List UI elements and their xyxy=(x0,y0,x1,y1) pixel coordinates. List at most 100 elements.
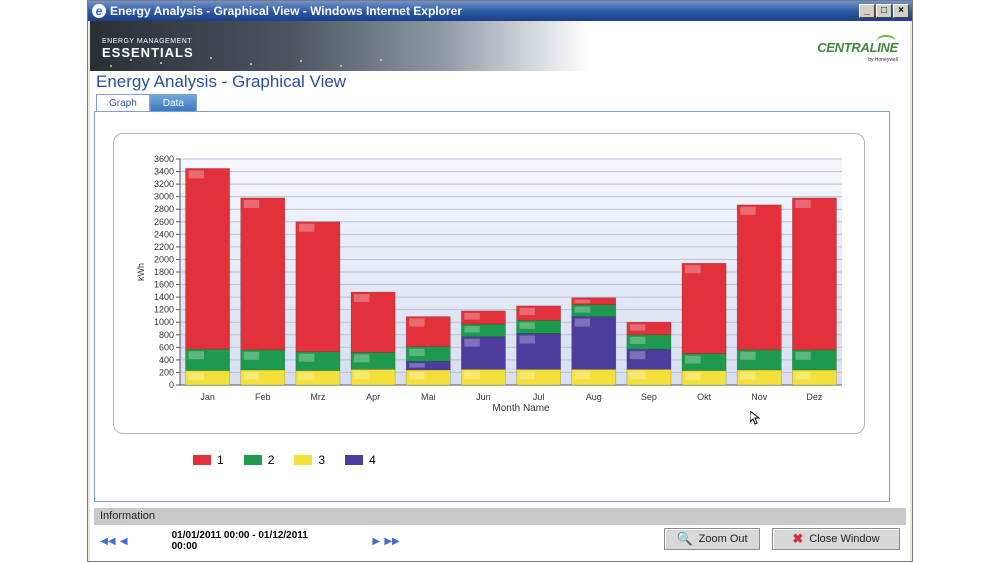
bar-highlight xyxy=(629,336,646,344)
x-tick-label: Mrz xyxy=(310,392,325,402)
y-tick-label: 800 xyxy=(159,330,174,340)
legend-swatch xyxy=(345,455,364,465)
last-period-button[interactable]: ▶▶ xyxy=(384,536,400,547)
bar-highlight xyxy=(243,371,260,380)
bar-highlight xyxy=(795,351,811,360)
legend-item: 1 xyxy=(193,453,224,467)
bar-highlight xyxy=(409,371,425,380)
brand-line2: ESSENTIALS xyxy=(102,45,194,60)
y-tick-label: 1400 xyxy=(154,292,174,302)
page-content: ENERGY MANAGEMENT ESSENTIALS CENTRALINE … xyxy=(90,21,910,561)
x-tick-label: Dez xyxy=(806,392,823,402)
legend-label: 4 xyxy=(369,453,376,467)
minimize-button[interactable]: _ xyxy=(859,4,875,18)
bar-highlight xyxy=(188,170,204,179)
y-tick-label: 0 xyxy=(169,380,174,390)
bar-highlight xyxy=(795,371,811,380)
bar-highlight xyxy=(740,371,756,380)
y-tick-label: 3200 xyxy=(154,179,174,189)
y-tick-label: 1600 xyxy=(154,280,174,290)
bar-segment xyxy=(681,262,727,354)
y-tick-label: 2800 xyxy=(154,204,174,214)
y-tick-label: 1000 xyxy=(154,317,174,327)
bar-highlight xyxy=(629,324,646,331)
y-tick-label: 1200 xyxy=(154,305,174,315)
bar-highlight xyxy=(298,372,315,380)
bar-highlight xyxy=(629,371,646,380)
product-brand: ENERGY MANAGEMENT ESSENTIALS xyxy=(102,38,194,60)
y-tick-label: 2600 xyxy=(154,217,174,227)
previous-period-button[interactable]: ◀ xyxy=(116,536,132,547)
legend-label: 3 xyxy=(318,453,326,467)
bar-highlight xyxy=(243,351,260,360)
y-tick-label: 600 xyxy=(159,342,174,352)
close-window-label: Close Window xyxy=(809,533,880,545)
x-tick-label: Sep xyxy=(641,392,657,402)
bar-highlight xyxy=(464,312,480,320)
x-tick-label: Jun xyxy=(476,392,491,402)
tab-graph[interactable]: Graph xyxy=(96,94,150,112)
bar-highlight xyxy=(629,351,646,360)
x-tick-label: Aug xyxy=(586,392,602,402)
x-tick-label: Nov xyxy=(751,392,768,402)
x-tick-label: Feb xyxy=(255,392,271,402)
company-logo: CENTRALINE by Honeywell xyxy=(817,35,898,63)
mouse-cursor-icon xyxy=(750,411,760,425)
legend-label: 1 xyxy=(217,453,224,467)
header-banner: ENERGY MANAGEMENT ESSENTIALS CENTRALINE … xyxy=(90,21,910,71)
bar-highlight xyxy=(409,348,425,356)
y-tick-label: 2000 xyxy=(154,254,174,264)
bar-highlight xyxy=(188,372,204,380)
magnifier-icon: 🔍 xyxy=(676,531,693,546)
stacked-bar-chart: 0 200 400 600 800 1000 1200 1400 1600 1800 2000 220… xyxy=(136,154,842,414)
y-tick-label: 2200 xyxy=(154,242,174,252)
bar-highlight xyxy=(298,223,315,232)
graph-panel: 0 200 400 600 800 1000 1200 1400 1600 1800 2000 220… xyxy=(94,111,890,502)
bar-highlight xyxy=(409,363,425,368)
y-tick-label: 3600 xyxy=(154,154,174,164)
bar-highlight xyxy=(409,318,425,327)
y-tick-label: 1800 xyxy=(154,267,174,277)
bar-highlight xyxy=(740,206,756,215)
x-tick-label: Jan xyxy=(200,392,215,402)
legend-item: 2 xyxy=(243,453,274,467)
x-tick-label: Mai xyxy=(421,392,436,402)
page-title: Energy Analysis - Graphical View xyxy=(96,72,347,91)
zoom-out-label: Zoom Out xyxy=(698,533,748,545)
logo-sub: by Honeywell xyxy=(868,57,898,63)
date-range: 01/01/2011 00:00 - 01/12/2011 00:00 xyxy=(171,530,308,552)
logo-swoosh xyxy=(876,35,896,49)
close-window-icon-button[interactable]: × xyxy=(893,4,909,18)
x-tick-label: Apr xyxy=(366,392,380,402)
next-period-button[interactable]: ▶ xyxy=(368,536,384,547)
bar-highlight xyxy=(298,353,315,362)
bar-highlight xyxy=(464,326,480,333)
bar-highlight xyxy=(354,371,370,380)
bar-highlight xyxy=(243,199,260,208)
first-period-button[interactable]: ◀◀ xyxy=(100,536,116,547)
y-tick-label: 200 xyxy=(159,367,174,377)
bar-highlight xyxy=(685,372,701,380)
bar-highlight xyxy=(574,318,591,327)
ie-icon: e xyxy=(92,4,106,18)
bar-highlight xyxy=(574,306,591,313)
bar-segment xyxy=(736,204,782,351)
maximize-button[interactable]: □ xyxy=(876,4,892,18)
bar-highlight xyxy=(795,199,811,208)
y-tick-label: 2400 xyxy=(154,229,174,239)
legend-swatch xyxy=(243,455,262,465)
bar-highlight xyxy=(574,371,591,380)
bar-highlight xyxy=(354,354,370,363)
close-window-button[interactable]: ✖ Close Window xyxy=(772,528,900,550)
legend-item: 3 xyxy=(294,453,325,467)
zoom-out-button[interactable]: 🔍 Zoom Out xyxy=(664,528,760,550)
view-tabs: Graph Data xyxy=(96,94,197,112)
x-icon: ✖ xyxy=(792,531,804,546)
y-tick-label: 400 xyxy=(159,355,174,365)
tab-data[interactable]: Data xyxy=(149,94,197,112)
information-bar: Information xyxy=(94,508,906,525)
chart-legend: 1 2 3 4 xyxy=(193,453,376,467)
bar-highlight xyxy=(354,294,370,303)
bar-highlight xyxy=(519,307,535,316)
window-title: Energy Analysis - Graphical View - Windo… xyxy=(110,4,462,18)
